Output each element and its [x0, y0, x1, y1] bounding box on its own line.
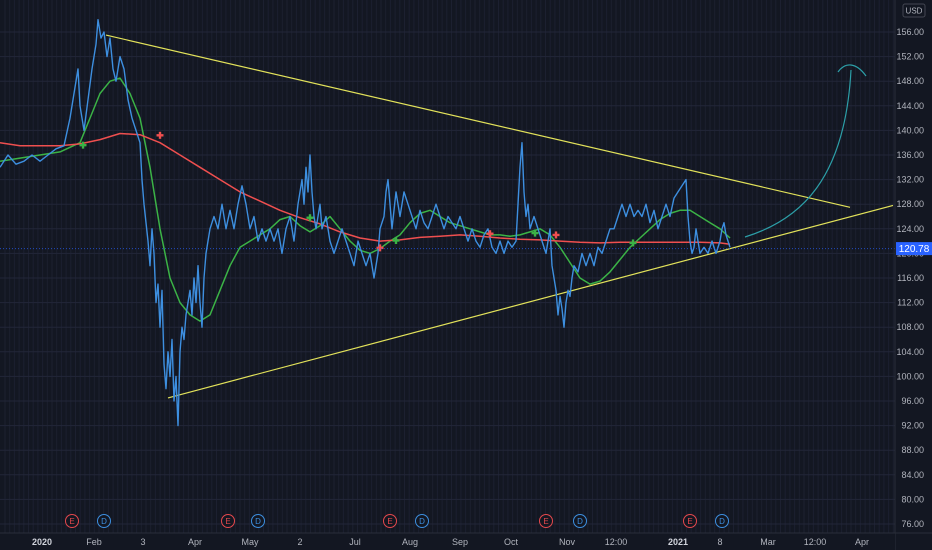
price-tick-label: 156.00	[896, 27, 924, 37]
time-tick-label: Oct	[504, 537, 519, 547]
event-marker-letter: E	[543, 517, 548, 526]
earnings-event-marker[interactable]: E	[539, 514, 553, 528]
time-tick-label: 2020	[32, 537, 52, 547]
event-marker-letter: D	[419, 517, 425, 526]
dividend-event-marker[interactable]: D	[251, 514, 265, 528]
price-axis-ticks: 156.00 152.00 148.00 144.00 140.00 136.00 132.…	[896, 27, 924, 529]
price-tick-label: 132.00	[896, 175, 924, 185]
dividend-event-marker[interactable]: D	[415, 514, 429, 528]
dividend-event-marker[interactable]: D	[573, 514, 587, 528]
time-tick-label: 2021	[668, 537, 688, 547]
price-tick-label: 100.00	[896, 371, 924, 381]
dividend-event-marker[interactable]: D	[715, 514, 729, 528]
price-tick-label: 96.00	[901, 396, 924, 406]
price-tick-label: 128.00	[896, 199, 924, 209]
earnings-event-marker[interactable]: E	[683, 514, 697, 528]
last-price-label: 120.78	[899, 244, 930, 255]
time-tick-label: Feb	[86, 537, 102, 547]
price-tick-label: 92.00	[901, 421, 924, 431]
time-tick-label: 12:00	[804, 537, 827, 547]
event-marker-letter: E	[225, 517, 230, 526]
last-price-tag: 120.78	[896, 242, 932, 256]
time-tick-label: Apr	[855, 537, 869, 547]
price-chart[interactable]: USD 156.00 152.00 148.00 144.00 140.00 136.00…	[0, 0, 932, 550]
currency-label: USD	[906, 7, 923, 16]
time-tick-label: Mar	[760, 537, 776, 547]
price-tick-label: 108.00	[896, 322, 924, 332]
price-tick-label: 88.00	[901, 445, 924, 455]
event-marker-letter: E	[69, 517, 74, 526]
time-tick-label: 2	[297, 537, 302, 547]
earnings-event-marker[interactable]: E	[65, 514, 79, 528]
event-marker-letter: E	[387, 517, 392, 526]
time-tick-label: Apr	[188, 537, 202, 547]
event-marker-letter: E	[687, 517, 692, 526]
event-marker-letter: D	[577, 517, 583, 526]
price-tick-label: 104.00	[896, 347, 924, 357]
price-tick-label: 136.00	[896, 150, 924, 160]
price-tick-label: 152.00	[896, 52, 924, 62]
event-marker-letter: D	[255, 517, 261, 526]
time-tick-label: Aug	[402, 537, 418, 547]
price-tick-label: 140.00	[896, 125, 924, 135]
price-tick-label: 80.00	[901, 494, 924, 504]
earnings-event-marker[interactable]: E	[383, 514, 397, 528]
price-tick-label: 76.00	[901, 519, 924, 529]
price-tick-label: 116.00	[897, 273, 924, 283]
event-marker-letter: D	[101, 517, 107, 526]
price-tick-label: 112.00	[897, 298, 924, 308]
time-tick-label: May	[241, 537, 259, 547]
price-tick-label: 84.00	[901, 470, 924, 480]
earnings-event-marker[interactable]: E	[221, 514, 235, 528]
currency-badge[interactable]: USD	[902, 3, 926, 18]
time-tick-label: Jul	[349, 537, 361, 547]
price-tick-label: 124.00	[896, 224, 924, 234]
time-tick-label: 3	[140, 537, 145, 547]
price-tick-label: 148.00	[896, 76, 924, 86]
time-tick-label: Sep	[452, 537, 468, 547]
time-tick-label: Nov	[559, 537, 576, 547]
price-tick-label: 144.00	[896, 101, 924, 111]
dividend-event-marker[interactable]: D	[97, 514, 111, 528]
time-tick-label: 8	[717, 537, 722, 547]
event-marker-letter: D	[719, 517, 725, 526]
time-tick-label: 12:00	[605, 537, 628, 547]
